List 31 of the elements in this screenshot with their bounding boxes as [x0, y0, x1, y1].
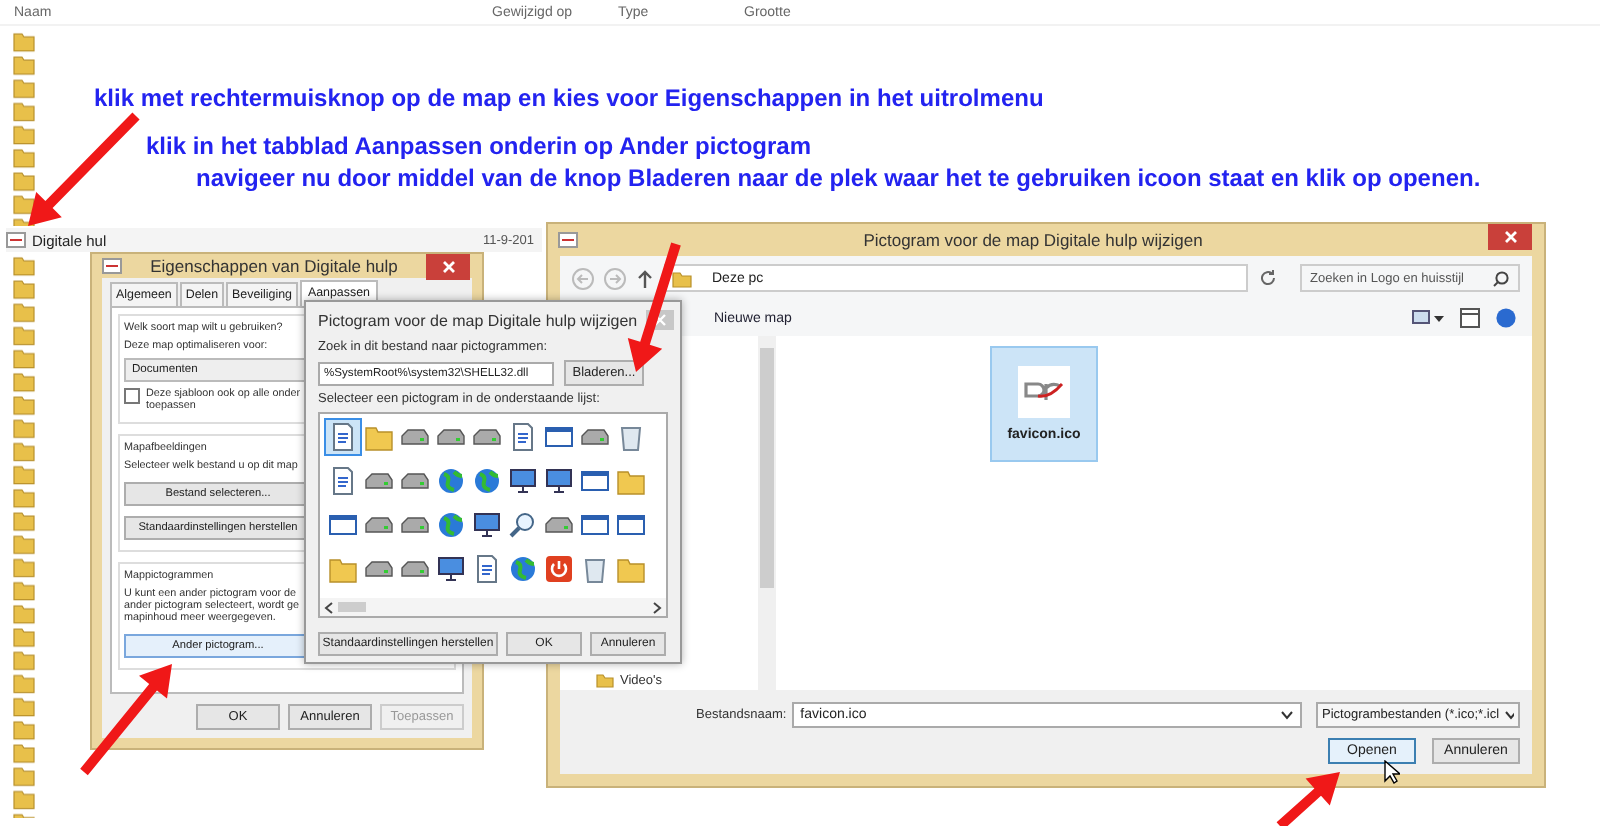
close-icon — [1503, 230, 1517, 244]
pane-icon[interactable] — [1460, 308, 1480, 328]
pointer-arrow — [28, 112, 140, 226]
refresh-icon[interactable] — [1258, 268, 1278, 288]
power-icon[interactable] — [540, 550, 578, 588]
mouse-cursor-icon — [1384, 760, 1400, 784]
document-icon[interactable] — [324, 418, 362, 456]
window-title: Pictogram voor de map Digitale hulp wijzigen — [861, 230, 1205, 250]
window-title: Eigenschappen van Digitale hulp — [148, 256, 400, 276]
checkbox[interactable] — [124, 388, 140, 404]
scroll-left-icon[interactable] — [324, 601, 334, 613]
instruction-text: navigeer nu door middel van de knop Bladeren naar de plek waar het te gebruiken icoon staat en klik op openen. — [194, 162, 1481, 194]
scrollbar[interactable] — [320, 598, 666, 616]
dropdown-icon — [1503, 710, 1514, 720]
search-icon — [1492, 269, 1510, 287]
instruction-text: klik in het tabblad Aanpassen onderin op Ander pictogram — [144, 130, 813, 162]
scrollbar[interactable] — [758, 336, 776, 690]
close-button[interactable] — [426, 254, 470, 280]
scroll-thumb[interactable] — [338, 602, 366, 612]
close-icon — [441, 260, 455, 274]
window-title: Pictogram voor de map Digitale hulp wijzigen — [318, 311, 640, 329]
pointer-arrow — [1276, 772, 1340, 826]
instruction-text: klik met rechtermuisknop op de map en kies voor Eigenschappen in het uitrolmenu — [92, 82, 1046, 114]
up-arrow-icon[interactable] — [636, 267, 654, 289]
pointer-arrow — [80, 664, 172, 776]
view-icon[interactable] — [1412, 310, 1444, 326]
close-button[interactable] — [1488, 224, 1532, 250]
scroll-right-icon[interactable] — [652, 601, 662, 613]
logo-thumbnail-icon — [1018, 366, 1070, 418]
close-icon — [654, 314, 666, 326]
dropdown-icon — [1280, 710, 1294, 720]
